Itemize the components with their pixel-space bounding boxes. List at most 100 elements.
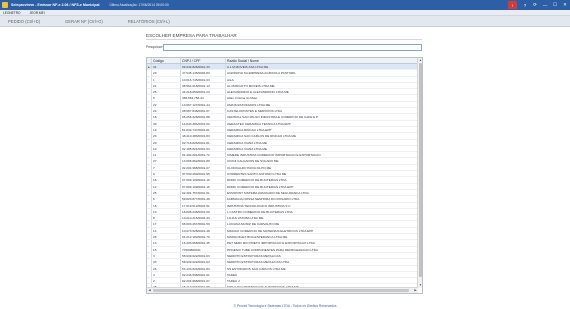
cell-cnpj: 02.246.538/0001-61: [181, 271, 226, 278]
cell-code: 22: [152, 101, 181, 108]
horizontal-scrollbar[interactable]: ◀ ▶: [147, 287, 418, 293]
menu-item-gerar-nf[interactable]: GERAR NF (Ctrl+G): [65, 19, 103, 24]
app-logo-icon: [2, 2, 8, 8]
search-input[interactable]: [163, 44, 422, 51]
header-cnpj[interactable]: CNPJ / CPF: [181, 58, 226, 63]
cell-cnpj: 18.808.238/0001-09: [181, 208, 226, 215]
cell-cnpj: 13.096.662/0001-89: [181, 158, 226, 164]
cell-name: SEDRITO ESTRUTURAS METALICAS: [227, 253, 281, 258]
cell-cnpj: 07.699.109/0001-16: [181, 177, 226, 183]
cell-code: 12: [152, 183, 181, 189]
maximize-button[interactable]: ☐: [550, 0, 560, 10]
user-name: LEONETRO: [3, 10, 21, 15]
cell-cnpj: 08.564.618/0001-13: [181, 82, 226, 89]
cell-name: CERAMICA RINCAO LTDA EPP: [227, 127, 272, 132]
cell-cnpj: 07.699.109/0001-16: [181, 183, 226, 189]
close-button[interactable]: ✕: [560, 0, 570, 10]
cell-cnpj: 44.218.050/0001-23: [181, 89, 226, 95]
cell-name: CLODOALDO PAIVA FILHO ME: [227, 165, 272, 170]
cell-code: 14: [152, 227, 181, 234]
cell-cnpj: 07.630.290/0001-95: [181, 171, 226, 177]
cell-code: 25: [152, 89, 181, 95]
cell-name: CENTRAL SAO PAULO INDUSTRIA E COMERCIO D…: [227, 115, 319, 120]
cell-cnpj: 16.403.668/0001-35: [181, 240, 226, 246]
help-icon[interactable]: ?: [520, 0, 530, 10]
hscroll-thumb[interactable]: [153, 289, 409, 292]
cell-name: CIMEDE INDUSTRIA COMERCIO IMPORTACAO E E…: [227, 153, 321, 158]
cell-cnpj: 17.619.612/0001-51: [181, 202, 226, 208]
cell-code: 15: [152, 246, 181, 252]
cell-cnpj: 02.204.968/0001-07: [181, 278, 226, 284]
menu-item-relatorios[interactable]: RELATÓRIOS (Ctrl+L): [128, 19, 170, 24]
page-title: ESCOLHER EMPRESA PARA TRABALHAR: [146, 33, 237, 38]
cell-cnpj: 58.939.622/0001-63: [181, 252, 226, 259]
cell-name: TADEU: [227, 272, 238, 277]
grid-body: ▸ 31 09.442.825/0001-33 A L M MOVEIS ASA LT…: [147, 64, 418, 288]
cell-code: 19: [152, 126, 181, 133]
cell-name: CERAMICA SAO CARLOS DE RINCAO LTDA ME: [227, 134, 297, 139]
cell-cnpj: 10.210.215/0004-33: [181, 215, 226, 221]
cell-code: 7: [152, 164, 181, 171]
cell-cnpj: 58.939.622/0001-63: [181, 259, 226, 265]
cell-cnpj: 02.301.757/0001-51: [181, 189, 226, 196]
vertical-scrollbar[interactable]: ▲ ▼: [417, 58, 422, 288]
cell-name: ALEXANDRINO E ALEXANDRINO LTDA ME: [227, 90, 289, 95]
cell-code: 28: [152, 234, 181, 240]
window-controls: ! ? ⟳ — ☐ ✕: [508, 0, 570, 10]
cell-name: INDUSTRIA TECNOLOGICO INDUSTRIA S C: [227, 203, 291, 208]
cell-cnpj: 08.003.267/0001-59: [181, 221, 226, 227]
cell-cnpj: 53.133.624/0001-83: [181, 265, 226, 271]
cell-name: CERAMICA VIANA LTDA ME: [227, 146, 267, 151]
scroll-right-icon[interactable]: ▶: [413, 288, 418, 293]
cell-code: 8: [152, 215, 181, 221]
cell-name: L CASTRO COMERCIO DE BIJUTERIAS LTDA: [227, 209, 293, 214]
cell-code: 5: [152, 95, 181, 101]
scroll-down-icon[interactable]: ▼: [418, 283, 422, 288]
cell-name: MADIAO COMERCIO DE MATERIAIS ELETRICOS L…: [227, 228, 314, 233]
session-name: JEOR.MEI: [29, 10, 45, 15]
cell-code: 18: [152, 114, 181, 120]
minimize-button[interactable]: —: [540, 0, 550, 10]
cell-code: 6: [152, 196, 181, 202]
cell-code: 29: [152, 70, 181, 76]
company-grid: Código CNPJ / CPF Razão Social / Nome ▸ 3…: [146, 57, 423, 294]
scroll-thumb[interactable]: [419, 63, 422, 277]
cell-cnpj: 10.673.528/0001-48: [181, 227, 226, 234]
cell-code: 1: [152, 76, 181, 82]
cell-code: 9: [152, 171, 181, 177]
cell-cnpj: 06.256.228/0001-88: [181, 114, 226, 120]
window-titlebar: Seleçaovirem - Emissor NF-e 2.06 / NFS-e…: [0, 0, 570, 10]
cell-name: CASTELOPOSTES E SERVICOS LTDA: [227, 109, 283, 114]
cell-code: 4: [152, 271, 181, 278]
cell-name: PHOENIX TUBE COMPONENTES PARA REFRIGERAC…: [227, 247, 319, 252]
cell-name: SS ESTOFADOS SAO CARLOS LTDA ME: [227, 266, 286, 271]
cell-name: TADEU 2: [227, 279, 240, 284]
scroll-left-icon[interactable]: ◀: [147, 288, 152, 293]
main-menu: PEDIDO (Ctrl+D) GERAR NF (Ctrl+G) RELATÓ…: [0, 16, 570, 27]
menu-item-pedido[interactable]: PEDIDO (Ctrl+D): [8, 19, 40, 24]
cell-cnpj: 02.204.968/0001-07: [181, 164, 226, 171]
header-code[interactable]: Código: [152, 58, 181, 63]
cell-code: 13: [152, 240, 181, 246]
alert-button[interactable]: !: [508, 1, 517, 9]
cell-code: 11: [152, 152, 181, 158]
cell-code: 33: [152, 259, 181, 265]
cell-code: 30: [152, 120, 181, 126]
cell-code: 24: [152, 108, 181, 114]
cell-code: 2: [152, 278, 181, 284]
cell-name: ENVIRONT SISTEMA AVANCADO DE SEGURANCA L…: [227, 190, 309, 195]
refresh-icon[interactable]: ⟳: [530, 0, 540, 10]
cell-code: 31: [152, 64, 181, 70]
cell-cnpj: 13.667.127/0001-44: [181, 101, 226, 108]
cell-code: 3: [152, 252, 181, 259]
cell-cnpj: 02.185.821/0001-53: [181, 145, 226, 152]
cell-code: 20: [152, 139, 181, 145]
cell-code: 13: [152, 208, 181, 215]
cell-name: LUCIANA MUNIZ DE CARVALHO ME: [227, 222, 280, 227]
cell-cnpj: 08.587.848/0001-67: [181, 108, 226, 114]
cell-name: MARGOFLEX BOA ESPERANCA LTDA ME: [227, 235, 288, 240]
cell-cnpj: 365.654.758-43: [181, 95, 226, 101]
header-name[interactable]: Razão Social / Nome: [226, 58, 418, 63]
cell-code: 26: [152, 265, 181, 271]
cell-name: PET SERV RIO PRETO IMPORTACAO E EXPORTAC…: [227, 241, 315, 246]
